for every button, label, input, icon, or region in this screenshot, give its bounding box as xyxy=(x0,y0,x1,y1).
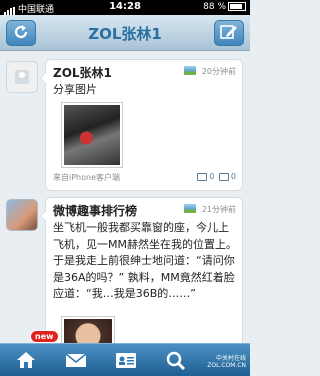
post-author[interactable]: 微博趣事排行榜 xyxy=(53,202,137,219)
comment-count: 0 xyxy=(230,172,236,181)
search-icon xyxy=(166,351,186,370)
comment-icon xyxy=(218,172,229,181)
post-source: 来自iPhone客户端 xyxy=(53,173,121,182)
watermark: 中关村在线 ZOL.COM.CN xyxy=(207,355,246,369)
post-card[interactable]: ZOL张林1 20分钟前 分享图片 来自iPhone客户端 0 0 xyxy=(40,59,243,191)
image-icon xyxy=(184,66,196,75)
post-time: 21分钟前 xyxy=(201,205,236,214)
home-icon xyxy=(17,352,35,368)
tab-search[interactable] xyxy=(155,347,195,373)
compose-icon xyxy=(220,25,237,39)
tab-profile[interactable] xyxy=(105,347,145,373)
post-card[interactable]: 微博趣事排行榜 21分钟前 坐飞机一般我都买靠窗的座，今儿上飞机，见一MM赫然坐… xyxy=(40,197,243,343)
repost-count: 0 xyxy=(209,172,215,181)
post-text: 坐飞机一般我都买靠窗的座，今儿上飞机，见一MM赫然坐在我的位置上。于是我走上前很… xyxy=(53,221,237,300)
tab-home[interactable] xyxy=(5,347,45,373)
avatar[interactable] xyxy=(6,61,38,93)
post-image[interactable] xyxy=(61,102,123,168)
status-bar: 中国联通 14:28 88 % xyxy=(0,0,250,15)
post-author[interactable]: ZOL张林1 xyxy=(53,64,112,81)
default-avatar-icon xyxy=(15,70,29,84)
profile-card-icon xyxy=(116,353,136,368)
post-text: 分享图片 xyxy=(53,83,97,96)
envelope-icon xyxy=(65,353,87,367)
battery-icon xyxy=(228,2,246,11)
battery: 88 % xyxy=(203,2,246,12)
image-icon xyxy=(184,204,196,213)
navigation-bar: ZOL张林1 xyxy=(0,15,250,51)
battery-label: 88 % xyxy=(203,2,226,12)
page-title: ZOL张林1 xyxy=(88,25,162,43)
new-badge: new xyxy=(30,330,59,343)
watermark-line2: ZOL.COM.CN xyxy=(207,362,246,369)
watermark-line1: 中关村在线 xyxy=(215,355,246,362)
avatar[interactable] xyxy=(6,199,38,231)
post-time: 20分钟前 xyxy=(201,67,236,76)
post-image[interactable] xyxy=(61,316,115,343)
compose-button[interactable] xyxy=(214,20,244,46)
tab-messages[interactable] xyxy=(55,347,95,373)
post-counts: 0 0 xyxy=(195,172,236,181)
repost-icon xyxy=(197,172,208,181)
timeline[interactable]: ZOL张林1 20分钟前 分享图片 来自iPhone客户端 0 0 微博趣事排行… xyxy=(0,51,250,343)
